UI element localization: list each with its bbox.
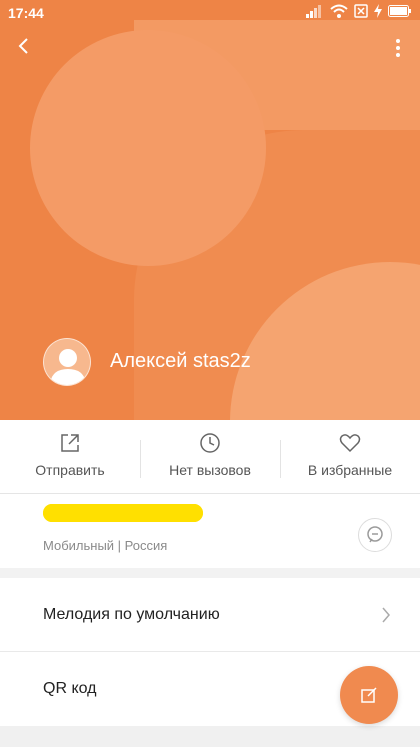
share-icon [61,434,79,452]
section-divider [0,568,420,578]
edit-icon [361,687,377,703]
status-icons [306,4,412,18]
header-decoration [134,20,420,130]
status-bar: 17:44 [0,0,420,26]
add-favorite-button[interactable]: В избранные [280,420,420,493]
no-sim-icon [354,4,368,18]
ringtone-row[interactable]: Мелодия по умолчанию [0,578,420,652]
signal-icon [306,5,321,18]
header-decoration [134,130,420,420]
phone-number-row[interactable]: Мобильный | Россия [0,494,420,568]
clock-icon [200,433,220,453]
back-button[interactable] [10,32,38,60]
more-options-button[interactable] [388,34,408,62]
ringtone-label: Мелодия по умолчанию [43,606,220,623]
back-arrow-icon [18,38,28,54]
header-decoration [230,262,420,420]
header-decoration [30,30,266,266]
status-time: 17:44 [8,5,44,21]
phone-number-redacted [43,504,203,522]
message-bubble-icon [367,526,383,543]
send-contact-button[interactable]: Отправить [0,420,140,493]
heart-icon [339,434,361,453]
send-label: Отправить [35,462,105,478]
call-history-button[interactable]: Нет вызовов [140,420,280,493]
phone-type-region: Мобильный | Россия [43,538,168,553]
person-icon [50,349,86,385]
contact-actions: Отправить Нет вызовов В избранные [0,420,420,494]
favorite-label: В избранные [307,462,393,478]
qr-code-label: QR код [43,680,97,697]
wifi-icon [330,4,348,18]
more-vertical-icon [396,39,400,57]
battery-icon [388,5,411,17]
chevron-right-icon [382,607,390,623]
edit-contact-button[interactable] [340,666,398,724]
avatar [43,338,91,386]
send-message-button[interactable] [358,518,392,552]
bottom-strip [0,726,420,747]
charging-icon [374,4,382,18]
call-history-label: Нет вызовов [169,462,251,478]
contact-header: 17:44 Алексей stas2z [0,0,420,420]
contact-name: Алексей stas2z [110,350,251,372]
